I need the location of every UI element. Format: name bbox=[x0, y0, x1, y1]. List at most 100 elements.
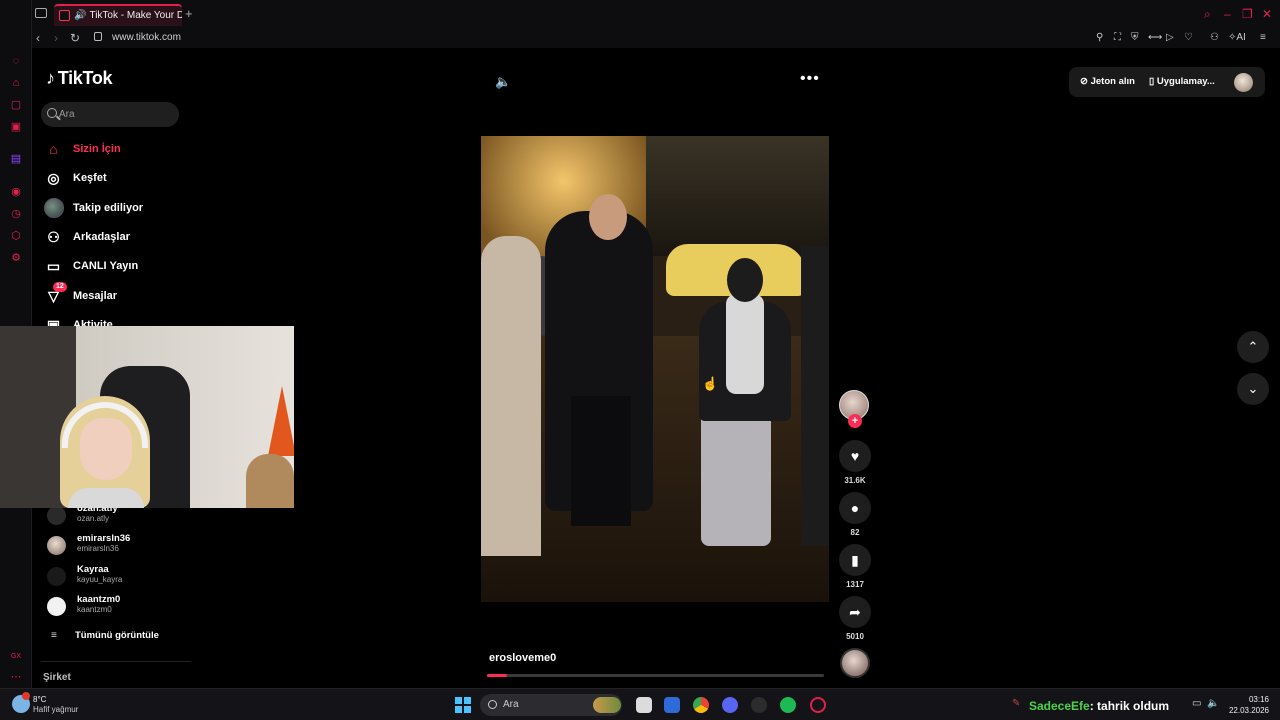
snapshot-icon[interactable]: ⛶ bbox=[1114, 32, 1121, 43]
see-all-button[interactable]: ≡ Tümünü görüntüle bbox=[47, 630, 159, 641]
clock-time[interactable]: 03:16 bbox=[1229, 695, 1269, 704]
ai-icon[interactable]: ✧AI bbox=[1228, 32, 1246, 43]
profile-avatar[interactable] bbox=[1234, 73, 1253, 92]
tab-search-icon[interactable]: ⌕ bbox=[1204, 7, 1211, 22]
history-icon[interactable]: ◷ bbox=[10, 208, 22, 220]
nav-label: Takip ediliyor bbox=[73, 202, 144, 214]
discord-icon[interactable] bbox=[722, 697, 738, 713]
share-arrow-icon: ➦ bbox=[849, 604, 861, 620]
twitch-icon[interactable]: ▤ bbox=[10, 153, 22, 165]
tab-title: TikTok - Make Your Day bbox=[89, 10, 182, 21]
menu-icon[interactable]: ≡ bbox=[1260, 32, 1266, 43]
webcam-cone bbox=[268, 386, 294, 456]
nav-following[interactable]: Takip ediliyor bbox=[44, 197, 143, 219]
weather-description[interactable]: Hafif yağmur bbox=[33, 705, 78, 714]
video-scene-person bbox=[726, 294, 764, 394]
tiktok-favicon-icon bbox=[59, 10, 70, 21]
top-right-actions: ⊘ Jeton alın ▯ Uygulamay... bbox=[1069, 67, 1265, 97]
avatar bbox=[47, 536, 66, 555]
nav-live[interactable]: ▭ CANLI Yayın bbox=[44, 255, 138, 277]
company-link[interactable]: Şirket bbox=[43, 672, 71, 683]
windows-start-icon[interactable] bbox=[455, 697, 471, 713]
follow-plus-icon[interactable]: + bbox=[848, 414, 862, 428]
list-icon: ≡ bbox=[51, 630, 57, 641]
video-scene-person bbox=[481, 236, 541, 556]
see-all-label: Tümünü görüntüle bbox=[75, 630, 159, 641]
get-coins-button[interactable]: ⊘ Jeton alın bbox=[1080, 76, 1135, 87]
video-author[interactable]: erosloveme0 bbox=[489, 652, 556, 664]
nav-friends[interactable]: ⚇ Arkadaşlar bbox=[44, 226, 130, 248]
network-icon[interactable]: ▭ bbox=[1192, 698, 1201, 709]
chat-message: : tahrik oldum bbox=[1089, 699, 1170, 713]
profile-icon[interactable]: ⚇ bbox=[1210, 32, 1219, 43]
logo-text: TikTok bbox=[57, 68, 113, 88]
heart-icon: ♥ bbox=[850, 448, 860, 464]
tab-audio-icon[interactable]: 🔊 bbox=[74, 10, 86, 21]
account-name: kaantzm0 bbox=[77, 594, 121, 605]
chrome-icon[interactable] bbox=[693, 697, 709, 713]
forward-icon[interactable]: › bbox=[54, 31, 58, 45]
previous-video-button[interactable]: ⌃ bbox=[1237, 331, 1269, 363]
browser-tab-tiktok[interactable]: 🔊TikTok - Make Your Day bbox=[54, 4, 182, 26]
save-button[interactable]: ▮ bbox=[839, 544, 871, 576]
shield-icon[interactable]: ⛨ bbox=[1131, 32, 1139, 43]
video-progress-fill bbox=[487, 674, 508, 677]
comment-button[interactable]: ● bbox=[839, 492, 871, 524]
music-disc[interactable] bbox=[840, 648, 870, 678]
nav-for-you[interactable]: ⌂ Sizin İçin bbox=[44, 138, 120, 160]
settings-icon[interactable]: ⚙ bbox=[10, 252, 22, 264]
pin-icon[interactable]: ⚲ bbox=[1096, 32, 1103, 43]
nav-explore[interactable]: ◎ Keşfet bbox=[44, 167, 106, 189]
nav-messages[interactable]: ▽ 12 Mesajlar bbox=[44, 282, 118, 307]
reload-icon[interactable]: ↻ bbox=[70, 31, 80, 45]
gx-store-icon[interactable]: ⌂ bbox=[10, 77, 22, 89]
widget-burger-icon[interactable] bbox=[593, 697, 621, 713]
get-app-button[interactable]: ▯ Uygulamay... bbox=[1149, 76, 1215, 87]
lock-icon[interactable] bbox=[94, 32, 102, 41]
video-progress-bar[interactable] bbox=[487, 674, 824, 677]
stream-chat-ticker: SadeceEfe: tahrik oldum bbox=[1029, 699, 1169, 713]
extensions-icon[interactable]: ⬡ bbox=[10, 230, 22, 242]
player-icon[interactable]: ◉ bbox=[10, 186, 22, 198]
search-input[interactable] bbox=[59, 106, 169, 122]
spotify-icon[interactable] bbox=[780, 697, 796, 713]
url-text[interactable]: www.tiktok.com bbox=[112, 32, 181, 43]
nav-label: Mesajlar bbox=[73, 290, 118, 302]
app-icon[interactable] bbox=[664, 697, 680, 713]
gx-control-icon[interactable]: ◌ bbox=[10, 55, 22, 67]
more-options-icon[interactable]: ••• bbox=[800, 70, 820, 88]
maximize-icon[interactable]: ❐ bbox=[1242, 7, 1253, 21]
screen: 🔊TikTok - Make Your Day + ⌕ – ❐ ✕ ‹ › ↻ … bbox=[0, 0, 1280, 720]
back-icon[interactable]: ‹ bbox=[36, 31, 40, 45]
tiktok-logo[interactable]: ♪ TikTok bbox=[46, 68, 113, 89]
volume-icon[interactable]: 🔈 bbox=[495, 74, 511, 90]
gx-logo-small-icon[interactable]: GX bbox=[10, 651, 22, 663]
opera-gx-icon[interactable] bbox=[810, 697, 826, 713]
nav-label: CANLI Yayın bbox=[73, 260, 139, 272]
chevron-down-icon: ⌄ bbox=[1247, 381, 1259, 396]
avatar bbox=[47, 597, 66, 616]
share-button[interactable]: ➦ bbox=[839, 596, 871, 628]
close-window-icon[interactable]: ✕ bbox=[1262, 7, 1272, 21]
clock-date[interactable]: 22.03.2026 bbox=[1218, 706, 1269, 715]
more-sidebar-icon[interactable]: ⋯ bbox=[10, 671, 22, 683]
search-box[interactable] bbox=[41, 102, 179, 127]
play-icon[interactable]: ▷ bbox=[1166, 32, 1174, 43]
video-player[interactable] bbox=[481, 136, 829, 602]
translate-icon[interactable]: ⟷ bbox=[1148, 32, 1162, 43]
tab-islands-icon[interactable] bbox=[35, 8, 47, 18]
messenger-icon[interactable]: ▣ bbox=[10, 121, 22, 133]
new-tab-button[interactable]: + bbox=[185, 6, 193, 21]
minimize-icon[interactable]: – bbox=[1224, 7, 1231, 21]
like-button[interactable]: ♥ bbox=[839, 440, 871, 472]
like-count: 31.6K bbox=[844, 476, 866, 485]
app-icon[interactable] bbox=[751, 697, 767, 713]
next-video-button[interactable]: ⌄ bbox=[1237, 373, 1269, 405]
gx-corner-icon[interactable]: ▢ bbox=[10, 99, 22, 111]
following-avatar bbox=[44, 198, 64, 218]
task-view-icon[interactable] bbox=[636, 697, 652, 713]
heart-bookmark-icon[interactable]: ♡ bbox=[1184, 32, 1193, 43]
video-scene-person bbox=[727, 258, 763, 302]
temperature[interactable]: 8°C bbox=[33, 695, 46, 704]
windows-taskbar: 8°C Hafif yağmur Ara SadeceEfe: tahrik o… bbox=[0, 688, 1280, 720]
